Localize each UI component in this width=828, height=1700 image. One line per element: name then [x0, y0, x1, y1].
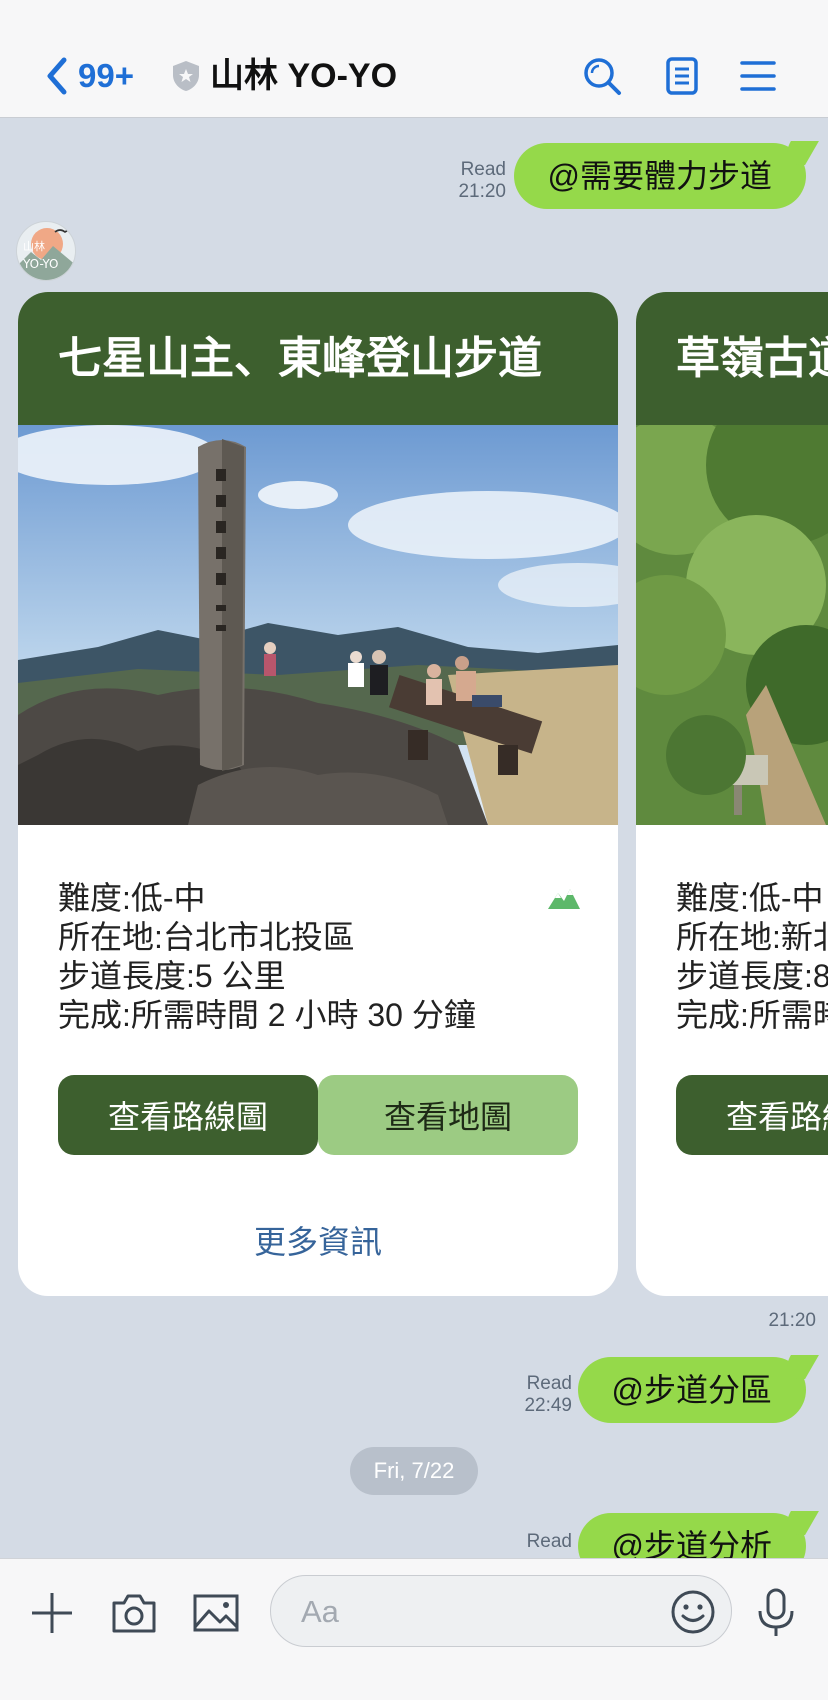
read-receipt: Read — [460, 159, 506, 180]
outgoing-message[interactable]: @需要體力步道 — [513, 143, 806, 209]
shield-icon — [173, 61, 199, 91]
card-body: 難度:低-中 所在地:新北 步道長度:8 完成:所需時 查看路線圖 — [636, 825, 828, 1155]
mountain-icon — [548, 889, 580, 909]
message-time: 21:20 — [458, 181, 506, 202]
trail-photo[interactable] — [18, 425, 618, 825]
card-buttons: 查看路線圖 — [676, 1075, 828, 1155]
notes-icon[interactable] — [662, 56, 702, 96]
trail-card[interactable]: 草嶺古道 難度:低-中 所在地:新北 步道長度:8 完成:所需時 查看路線圖 — [636, 292, 828, 1296]
length-text: 步道長度:5 公里 — [58, 958, 286, 994]
read-receipt: Read — [526, 1373, 572, 1394]
bot-avatar[interactable]: 山林 YO-YO — [16, 221, 76, 281]
message-input[interactable] — [301, 1576, 621, 1648]
duration-text: 完成:所需時間 2 小時 30 分鐘 — [58, 997, 476, 1033]
outgoing-message[interactable]: @步道分析 — [577, 1513, 806, 1558]
view-map-button[interactable]: 查看地圖 — [318, 1075, 578, 1155]
card-buttons: 查看路線圖 查看地圖 — [58, 1075, 578, 1155]
view-route-button[interactable]: 查看路線圖 — [58, 1075, 318, 1155]
length-text: 步道長度:8 — [676, 958, 828, 994]
trail-photo[interactable] — [636, 425, 828, 825]
message-input-wrapper[interactable] — [270, 1575, 732, 1648]
more-info-link[interactable]: 更多資訊 — [58, 1217, 578, 1263]
forest-trail-image — [636, 425, 828, 825]
chat-header: 99+ 山林 YO-YO — [0, 0, 828, 118]
message-meta: Read 22:49 — [524, 1373, 572, 1417]
chevron-left-icon — [47, 57, 67, 95]
outgoing-message[interactable]: @步道分區 — [577, 1357, 806, 1423]
mic-icon[interactable] — [754, 1587, 798, 1639]
difficulty-text: 難度:低-中 — [676, 880, 824, 916]
avatar-text-top: 山林 — [23, 239, 45, 253]
card-body: 難度:低-中 所在地:台北市北投區 步道長度:5 公里 完成:所需時間 2 小時… — [18, 825, 618, 1263]
difficulty-text: 難度:低-中 — [58, 880, 206, 916]
message-time: 22:49 — [524, 1395, 572, 1416]
chat-title: 山林 YO-YO — [210, 57, 398, 95]
unread-count: 99+ — [78, 57, 134, 94]
trail-card[interactable]: 七星山主、東峰登山步道 難度:低-中 所在地:台北市北投區 步道長度:5 公里 … — [18, 292, 618, 1296]
location-text: 所在地:新北 — [676, 919, 828, 955]
date-separator: Fri, 7/22 — [350, 1447, 478, 1495]
carousel-time: 21:20 — [768, 1310, 816, 1331]
back-button[interactable]: 99+ — [44, 56, 134, 96]
plus-icon[interactable] — [28, 1589, 76, 1637]
view-route-button[interactable]: 查看路線圖 — [676, 1075, 828, 1155]
composer-bar — [0, 1558, 828, 1700]
location-text: 所在地:台北市北投區 — [58, 919, 355, 955]
card-title: 草嶺古道 — [636, 292, 828, 425]
menu-icon[interactable] — [738, 56, 778, 96]
image-icon[interactable] — [192, 1589, 240, 1637]
avatar-logo-icon: 山林 YO-YO — [17, 228, 75, 280]
search-icon[interactable] — [582, 56, 622, 96]
message-meta: Read 21:20 — [458, 159, 506, 203]
message-meta: Read — [527, 1531, 572, 1553]
duration-text: 完成:所需時 — [676, 997, 828, 1033]
avatar-text-bottom: YO-YO — [22, 257, 58, 271]
smile-icon[interactable] — [669, 1588, 717, 1636]
read-receipt: Read — [526, 1531, 572, 1552]
card-title: 七星山主、東峰登山步道 — [18, 292, 618, 425]
chat-area[interactable]: Read 21:20 @需要體力步道 山林 YO-YO 七星山主、東峰登山步道 — [0, 119, 828, 1558]
summit-photo-image — [18, 425, 618, 825]
camera-icon[interactable] — [110, 1589, 158, 1637]
